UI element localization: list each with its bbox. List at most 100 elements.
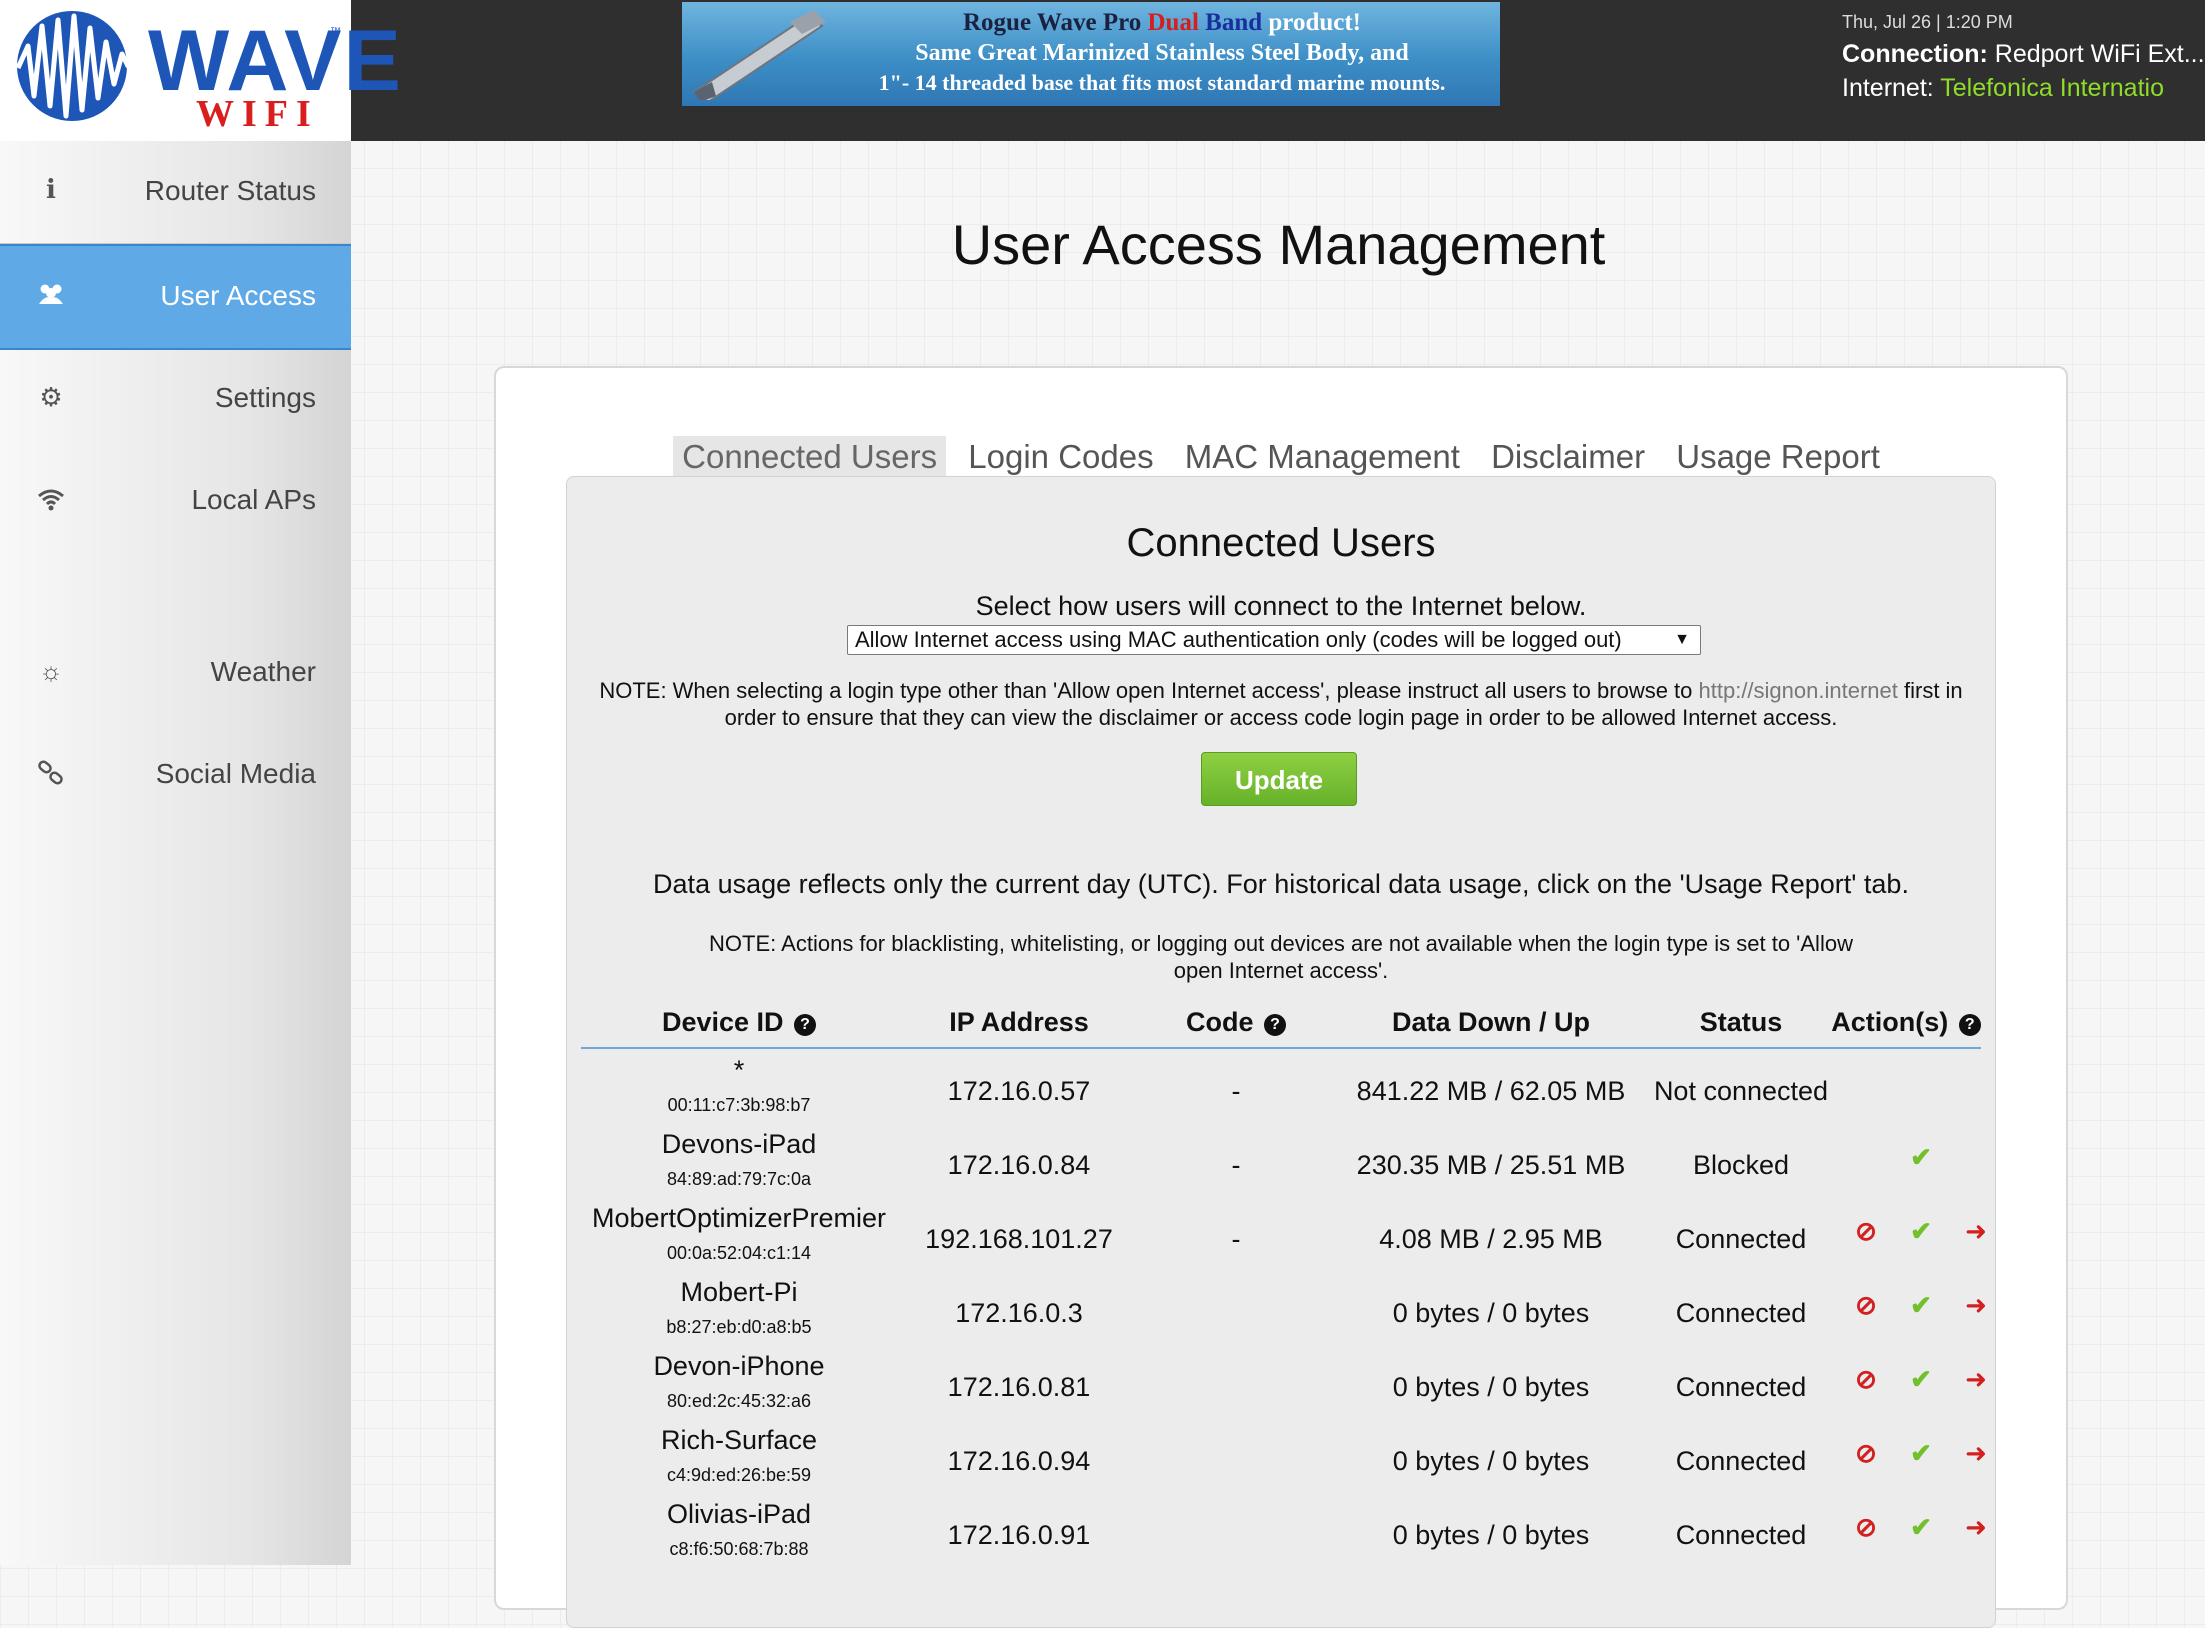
login-type-select[interactable]: Allow Internet access using MAC authenti…: [847, 625, 1701, 655]
data-usage: 230.35 MB / 25.51 MB: [1356, 1150, 1626, 1180]
sidebar-item-label: Weather: [210, 656, 316, 687]
device-mac: 00:0a:52:04:c1:14: [666, 1243, 812, 1263]
block-icon[interactable]: ⊘: [1851, 1216, 1881, 1246]
ip-address: 172.16.0.94: [947, 1446, 1091, 1476]
column-header-status: Status: [1699, 1007, 1783, 1037]
connected-users-panel: Connected Users Select how users will co…: [566, 476, 1996, 1628]
column-header-code: Code ?: [1141, 1007, 1331, 1038]
content-card: Connected Users Login Codes MAC Manageme…: [494, 366, 2068, 1628]
device-mac: b8:27:eb:d0:a8:b5: [666, 1317, 812, 1337]
sidebar-item-settings[interactable]: ⚙ Settings: [0, 348, 351, 450]
login-type-note: NOTE: When selecting a login type other …: [567, 677, 1995, 731]
login-type-selected-value: Allow Internet access using MAC authenti…: [855, 627, 1622, 652]
signon-link[interactable]: http://signon.internet: [1699, 678, 1898, 703]
device-name: Olivias-iPad: [666, 1499, 812, 1529]
sun-icon: ☼: [39, 656, 63, 686]
page-title: User Access Management: [951, 213, 1606, 276]
sidebar-item-label: Settings: [214, 382, 316, 413]
checkmark-icon[interactable]: ✔: [1906, 1512, 1936, 1542]
access-code: -: [1231, 1224, 1241, 1254]
ad-dual-text: Dual: [1147, 9, 1199, 36]
connection-status: Connected: [1675, 1446, 1807, 1476]
logo-wifi-text: WIFI: [196, 93, 319, 135]
sidebar-item-label: Router Status: [144, 175, 316, 206]
connection-value: Redport WiFi Ext...: [1994, 40, 2205, 68]
wifi-icon: [36, 484, 66, 514]
connection-status: Connected: [1675, 1520, 1807, 1550]
device-name: Mobert-Pi: [680, 1277, 798, 1307]
help-icon[interactable]: ?: [794, 1014, 817, 1036]
tab-login-codes[interactable]: Login Codes: [959, 436, 1162, 478]
checkmark-icon[interactable]: ✔: [1906, 1438, 1936, 1468]
device-mac: 00:11:c7:3b:98:b7: [667, 1095, 811, 1115]
data-usage: 841.22 MB / 62.05 MB: [1356, 1076, 1626, 1106]
checkmark-icon[interactable]: ✔: [1906, 1142, 1936, 1172]
table-row: Devons-iPad 84:89:ad:79:7c:0a 172.16.0.84 -…: [581, 1127, 1981, 1201]
device-name: *: [733, 1055, 745, 1085]
column-header-device-id: Device ID ?: [581, 1007, 897, 1038]
connection-status: Not connected: [1653, 1076, 1829, 1106]
chevron-down-icon: ▼: [1674, 631, 1690, 648]
internet-label: Internet:: [1842, 74, 1934, 102]
help-icon[interactable]: ?: [1264, 1014, 1286, 1036]
table-row: Olivias-iPad c8:f6:50:68:7b:88 172.16.0.91…: [581, 1497, 1987, 1571]
device-mac: c8:f6:50:68:7b:88: [669, 1539, 809, 1559]
advertisement-banner[interactable]: Rogue Wave Pro Dual Band product! Same G…: [682, 2, 1500, 106]
update-button[interactable]: Update: [1201, 752, 1357, 806]
usage-note: Data usage reflects only the current day…: [653, 869, 1909, 899]
logout-icon[interactable]: ➜: [1961, 1438, 1991, 1468]
tab-connected-users[interactable]: Connected Users: [673, 436, 947, 478]
logout-icon[interactable]: ➜: [1961, 1364, 1991, 1394]
data-usage: 0 bytes / 0 bytes: [1392, 1372, 1590, 1402]
panel-title: Connected Users: [1126, 521, 1436, 565]
connection-info: Thu, Jul 26 | 1:20 PM Connection: Redpor…: [1842, 12, 2205, 105]
info-icon: i: [46, 175, 56, 205]
device-name: Rich-Surface: [660, 1425, 818, 1455]
device-name: Devons-iPad: [661, 1129, 817, 1159]
logout-icon[interactable]: ➜: [1961, 1290, 1991, 1320]
device-mac: 84:89:ad:79:7c:0a: [666, 1169, 812, 1189]
wave-wifi-logo[interactable]: WAVE ™ WIFI: [0, 0, 401, 141]
block-icon[interactable]: ⊘: [1851, 1364, 1881, 1394]
block-icon[interactable]: ⊘: [1851, 1438, 1881, 1468]
sidebar-item-social-media[interactable]: Social Media: [0, 724, 351, 826]
table-row: Devon-iPhone 80:ed:2c:45:32:a6 172.16.0.81…: [581, 1349, 1986, 1423]
ad-band-text: Band: [1205, 9, 1263, 36]
sidebar-item-router-status[interactable]: i Router Status: [0, 141, 351, 243]
ad-product-text: product!: [1262, 9, 1361, 36]
tab-usage-report[interactable]: Usage Report: [1667, 436, 1889, 478]
block-icon[interactable]: ⊘: [1851, 1512, 1881, 1542]
ip-address: 172.16.0.81: [947, 1372, 1091, 1402]
checkmark-icon[interactable]: ✔: [1906, 1216, 1936, 1246]
logo-trademark: ™: [330, 26, 341, 38]
device-name: Devon-iPhone: [653, 1351, 825, 1381]
data-usage: 0 bytes / 0 bytes: [1392, 1520, 1590, 1550]
data-usage: 0 bytes / 0 bytes: [1392, 1298, 1590, 1328]
sidebar-item-user-access[interactable]: User Access: [0, 244, 351, 350]
connection-status: Connected: [1675, 1372, 1807, 1402]
data-usage: 4.08 MB / 2.95 MB: [1379, 1224, 1603, 1254]
link-icon: [36, 758, 66, 788]
connection-status: Connected: [1675, 1298, 1807, 1328]
table-row: * 00:11:c7:3b:98:b7 172.16.0.57 - 841.22 MB …: [581, 1053, 1981, 1127]
code-header-label: Code: [1185, 1007, 1254, 1037]
ip-address: 172.16.0.91: [947, 1520, 1091, 1550]
table-row: MobertOptimizerPremier 00:0a:52:04:c1:14 1…: [581, 1201, 1987, 1275]
note1-text: NOTE: When selecting a login type other …: [599, 678, 1699, 703]
logo-wave-text: WAVE: [148, 13, 403, 109]
gears-icon: ⚙: [39, 382, 63, 412]
help-icon[interactable]: ?: [1958, 1014, 1981, 1036]
block-icon[interactable]: ⊘: [1851, 1290, 1881, 1320]
sidebar-item-weather[interactable]: ☼ Weather: [0, 622, 351, 724]
logout-icon[interactable]: ➜: [1961, 1512, 1991, 1542]
tab-disclaimer[interactable]: Disclaimer: [1482, 436, 1654, 478]
checkmark-icon[interactable]: ✔: [1906, 1364, 1936, 1394]
actions-note: NOTE: Actions for blacklisting, whitelis…: [709, 931, 1853, 983]
tab-mac-management[interactable]: MAC Management: [1176, 436, 1469, 478]
ip-address: 172.16.0.84: [947, 1150, 1091, 1180]
checkmark-icon[interactable]: ✔: [1906, 1290, 1936, 1320]
logout-icon[interactable]: ➜: [1961, 1216, 1991, 1246]
sidebar-item-label: Social Media: [155, 758, 316, 789]
sidebar-item-local-aps[interactable]: Local APs: [0, 450, 351, 552]
sidebar-item-label: User Access: [160, 280, 316, 311]
